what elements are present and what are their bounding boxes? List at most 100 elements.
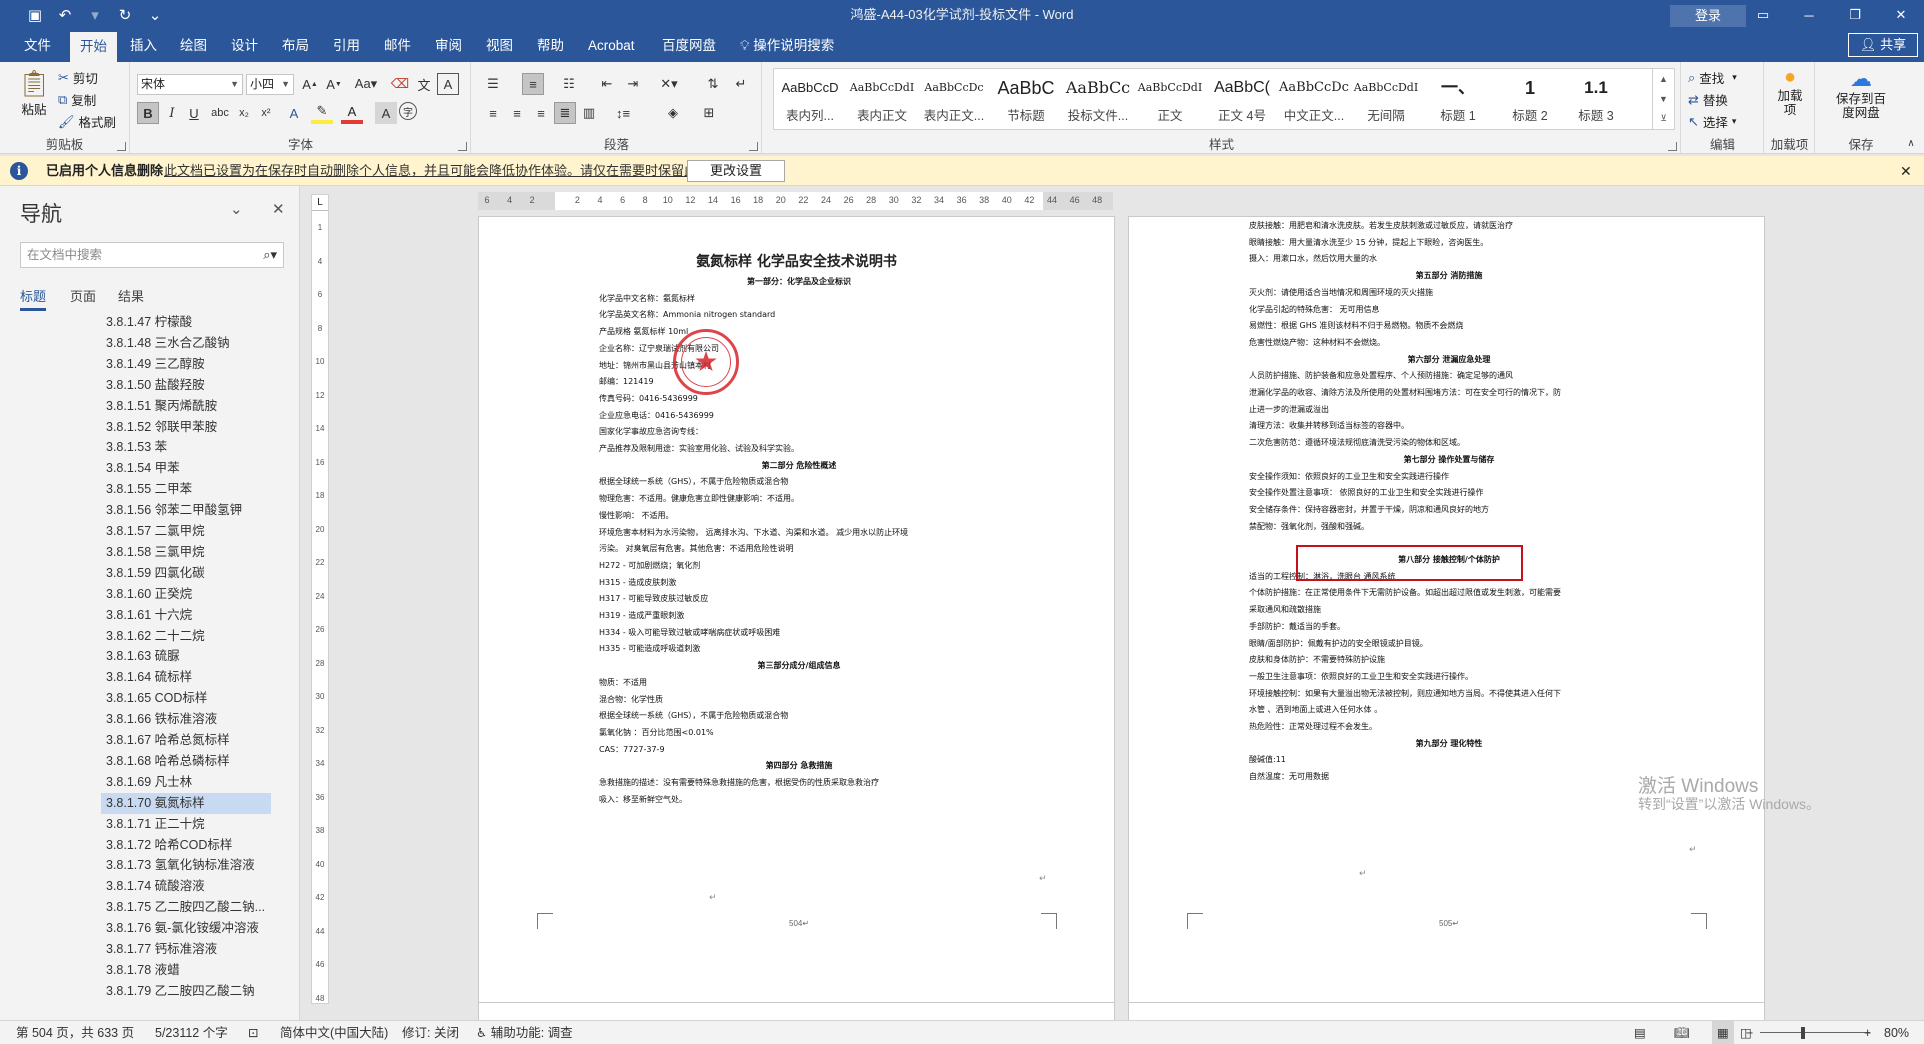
- select-button[interactable]: ↖ 选择 ▾: [1688, 112, 1736, 131]
- justify-icon[interactable]: ≣: [554, 102, 576, 124]
- zoom-out-icon[interactable]: −: [1746, 1021, 1753, 1044]
- font-launcher-icon[interactable]: [458, 142, 467, 151]
- nav-heading-item[interactable]: 3.8.1.47 柠檬酸: [101, 312, 271, 333]
- nav-heading-item[interactable]: 3.8.1.54 甲苯: [101, 458, 271, 479]
- bullets-icon[interactable]: ☰: [482, 73, 504, 95]
- nav-scrollbar[interactable]: [286, 312, 294, 1002]
- tab-references[interactable]: 引用: [323, 30, 370, 62]
- style-item[interactable]: 1 标题 2: [1494, 69, 1566, 129]
- text-effects-icon[interactable]: A: [283, 102, 305, 124]
- phonetic-guide-icon[interactable]: 文: [413, 73, 435, 95]
- login-button[interactable]: 登录: [1670, 5, 1746, 27]
- nav-heading-item[interactable]: 3.8.1.48 三水合乙酸钠: [101, 333, 271, 354]
- paragraph-launcher-icon[interactable]: [749, 142, 758, 151]
- accessibility-status[interactable]: ♿︎ 辅助功能: 调查: [476, 1021, 573, 1044]
- tab-view[interactable]: 视图: [476, 30, 523, 62]
- strikethrough-icon[interactable]: abc: [209, 102, 231, 124]
- copy-button[interactable]: ⧉ 复制: [58, 90, 96, 109]
- horizontal-ruler[interactable]: 6 4 2 2 4 6 8 10 12 14 16 18 20 22 24 26 28 30 32 34 36 38 40 4…: [478, 192, 1113, 210]
- bold-icon[interactable]: B: [137, 102, 159, 124]
- subscript-icon[interactable]: x₂: [233, 102, 255, 124]
- tab-acrobat[interactable]: Acrobat: [578, 30, 645, 62]
- restore-icon[interactable]: ❐: [1832, 0, 1878, 30]
- grow-font-icon[interactable]: A ▲: [299, 73, 321, 95]
- tab-draw[interactable]: 绘图: [170, 30, 217, 62]
- style-item[interactable]: 1.1 标题 3: [1566, 69, 1626, 129]
- distributed-icon[interactable]: ▥: [578, 102, 600, 124]
- decrease-indent-icon[interactable]: ⇤: [596, 73, 618, 95]
- change-settings-button[interactable]: 更改设置: [687, 160, 785, 182]
- style-item[interactable]: AaBbCcDdI 正文: [1134, 69, 1206, 129]
- close-icon[interactable]: ✕: [1878, 0, 1924, 30]
- nav-heading-item[interactable]: 3.8.1.66 铁标准溶液: [101, 709, 271, 730]
- scroll-down-icon[interactable]: ▼: [1653, 89, 1674, 109]
- tab-baidu-netdisk[interactable]: 百度网盘: [652, 30, 726, 62]
- line-spacing-icon[interactable]: ↕≡: [612, 102, 634, 124]
- nav-heading-item[interactable]: 3.8.1.77 钙标准溶液: [101, 939, 271, 960]
- language-status[interactable]: 简体中文(中国大陆): [280, 1021, 388, 1044]
- nav-heading-item[interactable]: 3.8.1.49 三乙醇胺: [101, 354, 271, 375]
- character-border-icon[interactable]: A: [437, 73, 459, 95]
- superscript-icon[interactable]: x²: [255, 102, 277, 124]
- nav-heading-item[interactable]: 3.8.1.61 十六烷: [101, 605, 271, 626]
- shrink-font-icon[interactable]: A ▼: [323, 73, 345, 95]
- read-mode-icon[interactable]: 📖︎: [1674, 1021, 1690, 1044]
- align-left-icon[interactable]: ≡: [482, 102, 504, 124]
- tab-mailings[interactable]: 邮件: [374, 30, 421, 62]
- nav-heading-item[interactable]: 3.8.1.64 硫标样: [101, 667, 271, 688]
- tell-me-search[interactable]: 💡︎ 操作说明搜索: [730, 30, 844, 62]
- nav-heading-item[interactable]: 3.8.1.70 氨氮标样: [101, 792, 271, 814]
- numbering-icon[interactable]: ≡: [522, 73, 544, 95]
- nav-heading-item[interactable]: 3.8.1.65 COD标样: [101, 688, 271, 709]
- underline-icon[interactable]: U: [183, 102, 205, 124]
- ribbon-display-options-icon[interactable]: ▭: [1740, 0, 1786, 30]
- print-layout-icon[interactable]: ▦: [1712, 1021, 1734, 1044]
- nav-tab-results[interactable]: 结果: [118, 286, 144, 305]
- nav-tab-headings[interactable]: 标题: [20, 286, 47, 311]
- highlight-icon[interactable]: ✎: [311, 102, 333, 124]
- nav-heading-item[interactable]: 3.8.1.52 邻联甲苯胺: [101, 417, 271, 438]
- font-name-combo[interactable]: 宋体 ▼: [137, 74, 243, 95]
- align-center-icon[interactable]: ≡: [506, 102, 528, 124]
- close-icon[interactable]: ✕: [1900, 156, 1912, 186]
- tab-selector-icon[interactable]: L: [312, 195, 328, 211]
- style-item[interactable]: 一、 标题 1: [1422, 69, 1494, 129]
- nav-heading-item[interactable]: 3.8.1.51 聚丙烯酰胺: [101, 396, 271, 417]
- search-icon[interactable]: ⌕▾: [263, 243, 277, 267]
- zoom-level[interactable]: 80%: [1884, 1021, 1909, 1044]
- close-icon[interactable]: ✕: [272, 200, 285, 218]
- change-case-icon[interactable]: Aa▾: [351, 73, 381, 95]
- nav-tab-pages[interactable]: 页面: [70, 286, 96, 305]
- collapse-ribbon-icon[interactable]: ∧: [1900, 132, 1922, 154]
- nav-search-input[interactable]: 在文档中搜索 ⌕▾: [20, 242, 284, 268]
- nav-heading-item[interactable]: 3.8.1.74 硫酸溶液: [101, 876, 271, 897]
- focus-mode-icon[interactable]: ▤: [1634, 1021, 1646, 1044]
- nav-heading-item[interactable]: 3.8.1.63 硫脲: [101, 646, 271, 667]
- nav-heading-item[interactable]: 3.8.1.57 二氯甲烷: [101, 521, 271, 542]
- nav-heading-item[interactable]: 3.8.1.59 四氯化碳: [101, 563, 271, 584]
- nav-heading-item[interactable]: 3.8.1.79 乙二胺四乙酸二钠: [101, 981, 271, 1002]
- nav-heading-item[interactable]: 3.8.1.68 哈希总磷标样: [101, 751, 271, 772]
- style-item[interactable]: AaBbCcD 表内列...: [774, 69, 846, 129]
- tab-help[interactable]: 帮助: [527, 30, 574, 62]
- document-page[interactable]: 皮肤接触：用肥皂和清水洗皮肤。若发生皮肤刺激或过敏反应，请就医治疗 眼睛接触：用大…: [1128, 216, 1765, 1020]
- clipboard-launcher-icon[interactable]: [117, 142, 126, 151]
- nav-heading-item[interactable]: 3.8.1.71 正二十烷: [101, 814, 271, 835]
- nav-heading-item[interactable]: 3.8.1.75 乙二胺四乙酸二钠...: [101, 897, 271, 918]
- enclose-characters-icon[interactable]: 字: [399, 102, 417, 120]
- nav-heading-item[interactable]: 3.8.1.50 盐酸羟胺: [101, 375, 271, 396]
- zoom-slider-thumb[interactable]: [1801, 1027, 1805, 1039]
- share-button[interactable]: 👤︎ 共享: [1848, 33, 1918, 57]
- style-item[interactable]: AaBbC 节标题: [990, 69, 1062, 129]
- nav-heading-item[interactable]: 3.8.1.76 氨-氯化铵缓冲溶液: [101, 918, 271, 939]
- scroll-up-icon[interactable]: ▲: [1653, 69, 1674, 89]
- character-shading-icon[interactable]: A: [375, 102, 397, 124]
- style-item[interactable]: AaBbCcDdI 无间隔: [1350, 69, 1422, 129]
- tab-file[interactable]: 文件: [14, 30, 61, 62]
- format-painter-button[interactable]: 🖌︎ 格式刷: [58, 112, 116, 131]
- addins-button[interactable]: ● 加载项: [1771, 66, 1809, 117]
- find-button[interactable]: ⌕ 查找 ▾: [1688, 68, 1737, 87]
- tab-home[interactable]: 开始: [70, 32, 117, 62]
- show-marks-icon[interactable]: ↵: [730, 73, 752, 95]
- document-page[interactable]: 氨氮标样 化学品安全技术说明书 第一部分：化学品及企业标识 化学品中文名称：氨氮标…: [478, 216, 1115, 1020]
